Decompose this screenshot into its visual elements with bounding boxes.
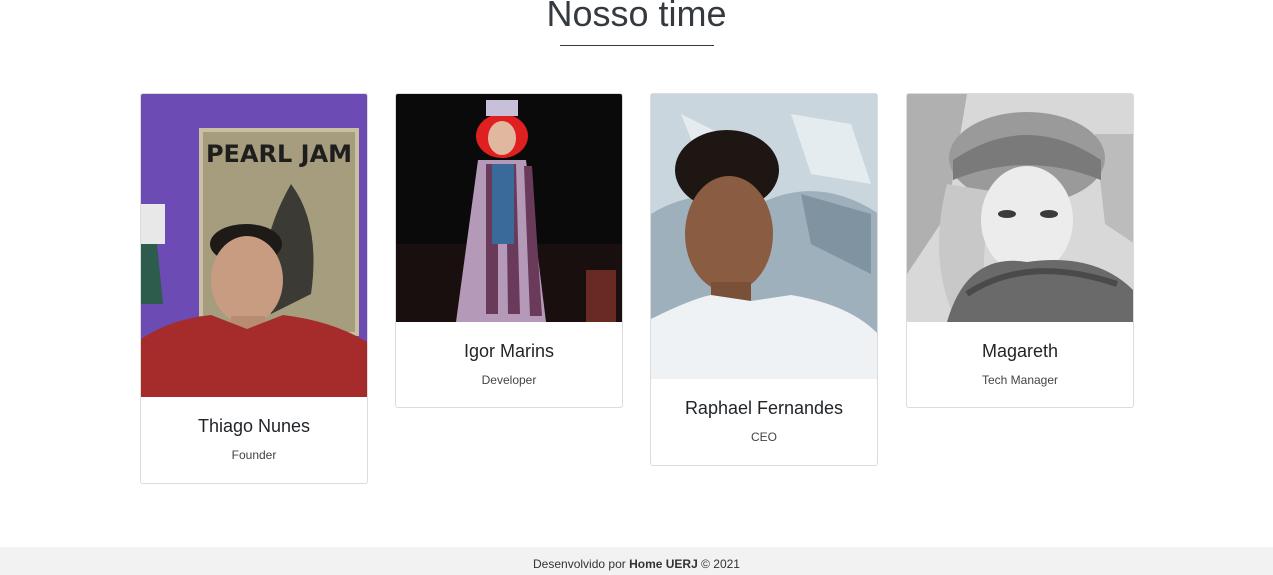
page: Nosso time PEARL JAM Thiago Nunes Founde… [0,0,1273,575]
team-name: Raphael Fernandes [684,398,844,418]
team-role: Developer [481,373,537,387]
team-photo-thiago: PEARL JAM [141,94,367,397]
team-photo-magareth [907,94,1133,322]
team-card-igor: Igor Marins Developer [395,93,623,408]
section-title: Nosso time [546,0,727,34]
footer-brand: Home UERJ [629,557,698,571]
footer-prefix: Desenvolvido por [533,557,626,571]
team-card-magareth: Magareth Tech Manager [906,93,1134,408]
footer-copyright: © 2021 [701,557,740,571]
footer: Desenvolvido por Home UERJ © 2021 [0,547,1273,575]
team-role: Tech Manager [981,373,1059,387]
team-name: Igor Marins [463,341,555,361]
team-name: Magareth [981,341,1059,361]
team-name: Thiago Nunes [197,416,311,436]
title-divider [560,45,714,46]
team-photo-raphael [651,94,877,379]
poster-text: PEARL JAM [206,140,352,168]
team-card-raphael: Raphael Fernandes CEO [650,93,878,466]
team-card-thiago: PEARL JAM Thiago Nunes Founder [140,93,368,484]
team-role: Founder [231,448,277,462]
team-role: CEO [750,430,777,444]
team-photo-igor [396,94,622,322]
